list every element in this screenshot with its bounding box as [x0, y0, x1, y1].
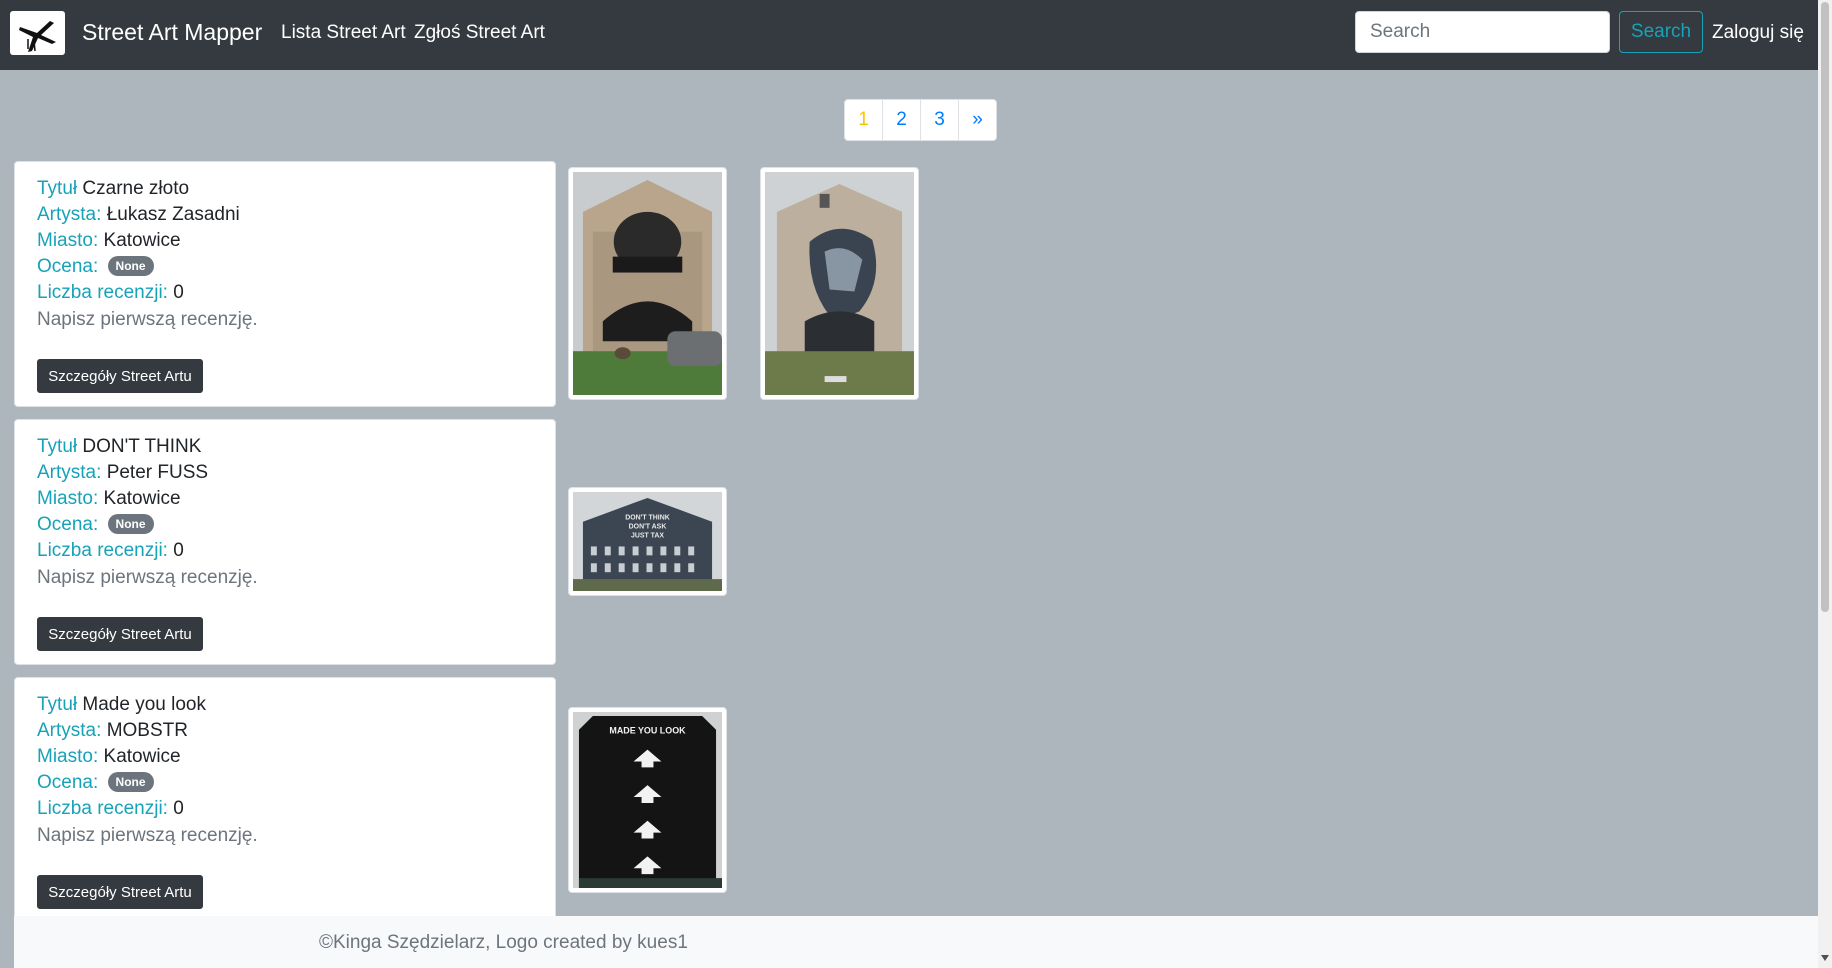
reviews-value: 0: [173, 282, 184, 303]
scrollbar[interactable]: [1818, 0, 1832, 968]
city-label: Miasto:: [37, 746, 99, 767]
details-button[interactable]: Szczegóły Street Artu: [37, 875, 203, 909]
artist-label: Artysta:: [37, 462, 102, 483]
reviews-row: Liczba recenzji: 0: [37, 282, 184, 304]
search-button[interactable]: Search: [1619, 11, 1703, 53]
artist-value: Peter FUSS: [106, 462, 209, 483]
city-row: Miasto: Katowice: [37, 488, 181, 510]
city-row: Miasto: Katowice: [37, 746, 181, 768]
reviews-value: 0: [173, 798, 184, 819]
reviews-label: Liczba recenzji:: [37, 540, 168, 561]
title-row: Tytuł Czarne złoto: [37, 178, 189, 200]
login-link[interactable]: Zaloguj się: [1712, 22, 1804, 44]
mural-text: DON'T ASK: [629, 524, 667, 531]
artwork-thumbnail[interactable]: MADE YOU LOOK: [568, 707, 727, 893]
title-label: Tytuł: [37, 178, 78, 199]
artist-label: Artysta:: [37, 204, 102, 225]
artist-row: Artysta: Peter FUSS: [37, 462, 208, 484]
artwork-card: Tytuł Czarne złoto Artysta: Łukasz Zasad…: [14, 161, 556, 407]
city-row: Miasto: Katowice: [37, 230, 181, 252]
artist-row: Artysta: Łukasz Zasadni: [37, 204, 240, 226]
next-page-link[interactable]: »: [959, 100, 996, 140]
navbar: Street Art Mapper Lista Street Art Zgłoś…: [0, 0, 1832, 70]
title-value: Czarne złoto: [82, 178, 190, 199]
search-input[interactable]: [1355, 11, 1610, 53]
scrollbar-thumb[interactable]: [1821, 2, 1829, 612]
city-value: Katowice: [103, 746, 181, 767]
rating-row: Ocena: None: [37, 256, 154, 278]
mural-text: MADE YOU LOOK: [609, 726, 686, 736]
details-button[interactable]: Szczegóły Street Artu: [37, 617, 203, 651]
mural-text: JUST TAX: [631, 533, 664, 540]
artwork-thumbnail[interactable]: [760, 167, 919, 400]
reviews-label: Liczba recenzji:: [37, 798, 168, 819]
mural-photo: [765, 172, 914, 395]
rating-badge: None: [107, 256, 154, 276]
page-2-link[interactable]: 2: [883, 100, 921, 140]
logo-drawing: [19, 21, 56, 52]
reviews-row: Liczba recenzji: 0: [37, 540, 184, 562]
city-label: Miasto:: [37, 488, 99, 509]
footer: ©Kinga Szędzielarz, Logo created by kues…: [14, 916, 1818, 968]
artwork-card: Tytuł Made you look Artysta: MOBSTR Mias…: [14, 677, 556, 923]
rating-label: Ocena:: [37, 256, 99, 277]
reviews-value: 0: [173, 540, 184, 561]
footer-text: ©Kinga Szędzielarz, Logo created by kues…: [319, 932, 688, 953]
rating-badge: None: [107, 514, 154, 534]
mural-text: DON'T THINK: [625, 515, 670, 522]
page-1-link[interactable]: 1: [845, 100, 883, 140]
nav-link-street-art-list[interactable]: Lista Street Art: [281, 22, 406, 44]
mural-photo: MADE YOU LOOK: [573, 712, 722, 888]
rating-row: Ocena: None: [37, 772, 154, 794]
title-value: DON'T THINK: [82, 436, 202, 457]
reviews-row: Liczba recenzji: 0: [37, 798, 184, 820]
pagination: 1 2 3 »: [844, 99, 997, 141]
rating-label: Ocena:: [37, 514, 99, 535]
artwork-thumbnail[interactable]: DON'T THINK DON'T ASK JUST TAX: [568, 487, 727, 596]
scroll-down-arrow-icon[interactable]: [1821, 955, 1829, 961]
title-row: Tytuł DON'T THINK: [37, 436, 201, 458]
rating-label: Ocena:: [37, 772, 99, 793]
artwork-thumbnail[interactable]: [568, 167, 727, 400]
artist-row: Artysta: MOBSTR: [37, 720, 188, 742]
details-button[interactable]: Szczegóły Street Artu: [37, 359, 203, 393]
nav-link-report-street-art[interactable]: Zgłoś Street Art: [414, 22, 545, 44]
write-review-text: Napisz pierwszą recenzję.: [37, 567, 258, 588]
rating-row: Ocena: None: [37, 514, 154, 536]
artist-label: Artysta:: [37, 720, 102, 741]
write-review-text: Napisz pierwszą recenzję.: [37, 825, 258, 846]
city-value: Katowice: [103, 230, 181, 251]
rating-badge: None: [107, 772, 154, 792]
mural-photo: [573, 172, 722, 395]
title-value: Made you look: [82, 694, 206, 715]
mural-photo: DON'T THINK DON'T ASK JUST TAX: [573, 492, 722, 591]
write-review-text: Napisz pierwszą recenzję.: [37, 309, 258, 330]
page-3-link[interactable]: 3: [921, 100, 959, 140]
title-label: Tytuł: [37, 694, 78, 715]
city-value: Katowice: [103, 488, 181, 509]
artist-value: MOBSTR: [106, 720, 188, 741]
brand-name[interactable]: Street Art Mapper: [82, 19, 262, 46]
title-label: Tytuł: [37, 436, 78, 457]
logo-icon[interactable]: [10, 11, 65, 55]
city-label: Miasto:: [37, 230, 99, 251]
artwork-card: Tytuł DON'T THINK Artysta: Peter FUSS Mi…: [14, 419, 556, 665]
title-row: Tytuł Made you look: [37, 694, 206, 716]
artist-value: Łukasz Zasadni: [106, 204, 240, 225]
reviews-label: Liczba recenzji:: [37, 282, 168, 303]
